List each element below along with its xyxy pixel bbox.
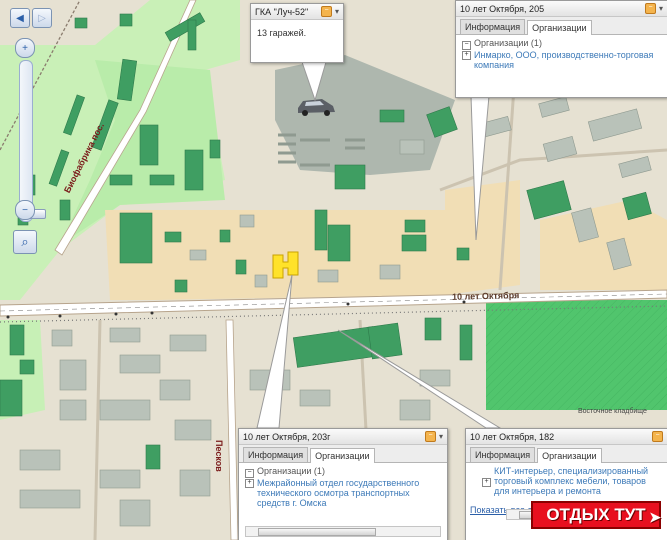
dropdown-arrow-icon[interactable]: ▾ — [659, 4, 663, 13]
horizontal-scrollbar[interactable] — [245, 526, 441, 537]
expand-icon[interactable]: + — [482, 478, 491, 487]
scrollbar-thumb[interactable] — [258, 528, 377, 536]
collapse-icon[interactable]: − — [245, 469, 254, 478]
expand-icon[interactable]: + — [462, 51, 471, 60]
minus-icon: − — [22, 204, 28, 216]
cemetery-label: Восточное кладбище — [578, 408, 647, 415]
tree-root[interactable]: − Организации (1) — [245, 466, 441, 478]
street-label-vertical: Песков — [214, 440, 224, 472]
tree-item[interactable]: + Межрайонный отдел государственного техн… — [245, 478, 441, 508]
cursor-icon: ➤ — [649, 509, 661, 525]
zoom-out-button[interactable]: − — [15, 200, 35, 220]
collapse-icon[interactable]: − — [462, 41, 471, 50]
popup-title: 10 лет Октября, 205 — [460, 3, 545, 14]
minimize-icon[interactable]: − — [424, 431, 436, 442]
popup-title: ГКА "Луч-52" — [255, 6, 309, 17]
popup-body: 13 гаражей. — [257, 28, 307, 38]
pan-left-button[interactable]: ◀ — [10, 8, 30, 28]
zoom-in-button[interactable]: + — [15, 38, 35, 58]
promo-text: ОТДЫХ ТУТ — [546, 505, 646, 524]
dropdown-arrow-icon[interactable]: ▾ — [439, 432, 443, 441]
popup-title: 10 лет Октября, 203г — [243, 431, 331, 442]
popup-address-203g: 10 лет Октября, 203г − ▾ Информация Орга… — [238, 428, 448, 540]
tab-organizations[interactable]: Организации — [537, 448, 602, 463]
magnifier-icon: ⌕ — [21, 234, 29, 249]
tree-item[interactable]: + Инмарко, ООО, производственно-торговая … — [462, 50, 661, 70]
street-label-main: 10 лет Октября — [451, 290, 520, 302]
minimize-icon[interactable]: − — [644, 3, 656, 14]
zoom-slider-track[interactable] — [19, 60, 46, 222]
popup-garage: ГКА "Луч-52" − ▾ 13 гаражей. — [250, 3, 344, 63]
plus-icon: + — [22, 42, 28, 54]
minimize-icon[interactable]: − — [320, 6, 332, 17]
arrow-right-icon: ▷ — [38, 12, 46, 24]
arrow-left-icon: ◀ — [16, 12, 24, 24]
promo-banner[interactable]: ОТДЫХ ТУТ ➤ — [531, 501, 661, 529]
tab-info[interactable]: Информация — [460, 19, 526, 34]
tree-root[interactable]: − Организации (1) — [462, 38, 661, 50]
tab-organizations[interactable]: Организации — [527, 20, 592, 35]
minimize-icon[interactable]: − — [652, 431, 663, 442]
tree-item[interactable]: + КИТ-интерьер, специализированный торгов… — [472, 466, 661, 496]
tab-info[interactable]: Информация — [470, 447, 536, 462]
dropdown-arrow-icon[interactable]: ▾ — [335, 7, 339, 16]
popup-address-205: 10 лет Октября, 205 − ▾ Информация Орган… — [455, 0, 667, 98]
popup-title: 10 лет Октября, 182 — [470, 431, 555, 442]
tab-info[interactable]: Информация — [243, 447, 309, 462]
magnifier-button[interactable]: ⌕ — [13, 230, 37, 254]
pan-right-button[interactable]: ▷ — [32, 8, 52, 28]
map-view[interactable]: 10 лет Октября Биофабрика пос. Песков Во… — [0, 0, 667, 540]
expand-icon[interactable]: + — [245, 479, 254, 488]
tab-organizations[interactable]: Организации — [310, 448, 375, 463]
